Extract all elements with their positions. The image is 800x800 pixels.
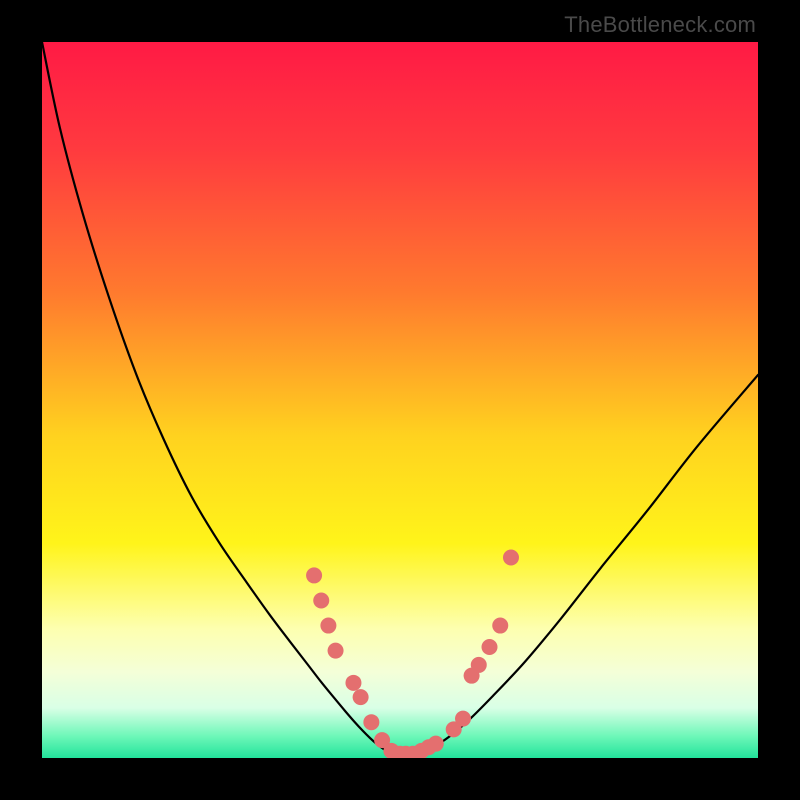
chart-frame: TheBottleneck.com bbox=[0, 0, 800, 800]
plot-area bbox=[42, 42, 758, 758]
data-point bbox=[313, 592, 329, 608]
data-point bbox=[328, 643, 344, 659]
data-point bbox=[306, 567, 322, 583]
data-point bbox=[492, 618, 508, 634]
data-point bbox=[471, 657, 487, 673]
data-point bbox=[320, 618, 336, 634]
data-point bbox=[482, 639, 498, 655]
data-point-markers bbox=[42, 42, 758, 758]
data-point bbox=[353, 689, 369, 705]
watermark-text: TheBottleneck.com bbox=[564, 12, 756, 38]
data-point bbox=[503, 550, 519, 566]
data-point bbox=[428, 736, 444, 752]
data-point bbox=[363, 714, 379, 730]
data-point bbox=[345, 675, 361, 691]
data-point bbox=[455, 711, 471, 727]
